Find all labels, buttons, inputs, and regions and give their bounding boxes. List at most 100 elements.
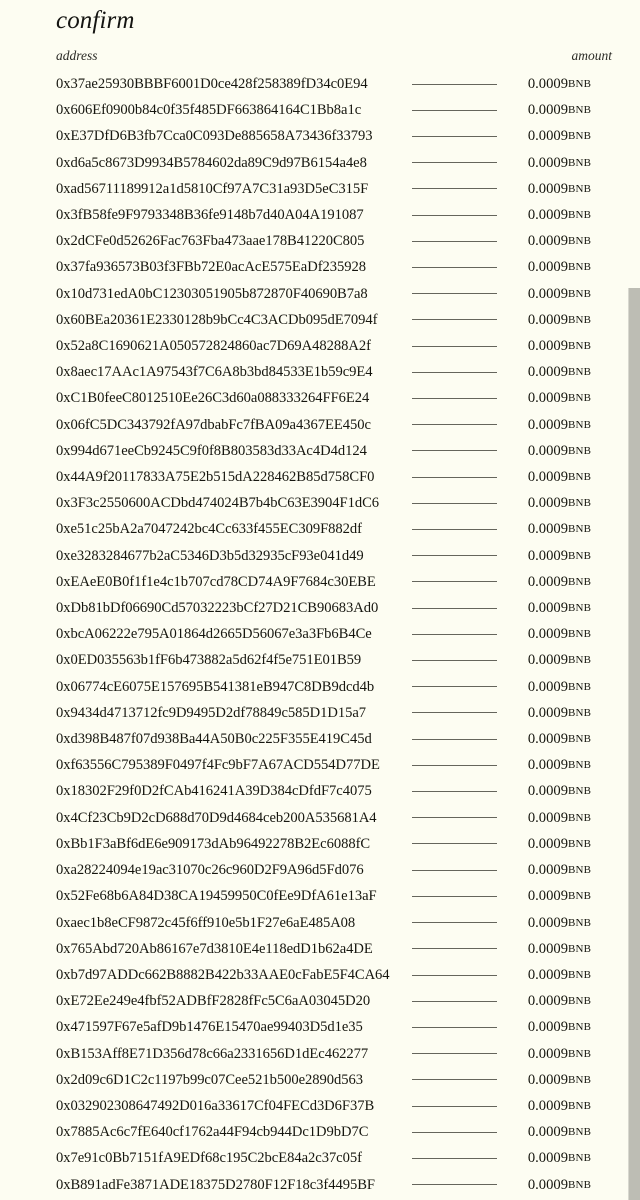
amount-unit: BNB [568, 968, 592, 981]
transfer-amount: 0.0009 [527, 390, 568, 407]
leader-rule [412, 555, 497, 557]
recipient-address: 0xE37DfD6B3fb7Cca0C093De885658A73436f337… [56, 128, 373, 145]
amount-unit: BNB [568, 837, 592, 850]
amount-unit: BNB [568, 1021, 592, 1034]
amount-unit: BNB [568, 523, 592, 536]
leader-line [408, 1119, 504, 1145]
table-row: 0x37fa936573B03f3FBb72E0acAcE575EaDf2359… [56, 254, 612, 280]
transfer-amount: 0.0009 [527, 652, 568, 669]
amount-unit: BNB [568, 1073, 592, 1086]
table-row: 0xe51c25bA2a7047242bc4Cc633f455EC309F882… [56, 516, 612, 542]
leader-line [408, 543, 504, 569]
leader-line [408, 307, 504, 333]
amount-unit: BNB [568, 575, 592, 588]
amount-unit: BNB [568, 1126, 592, 1139]
leader-rule [412, 948, 497, 950]
transfer-amount: 0.0009 [527, 626, 568, 643]
amount-unit: BNB [568, 811, 592, 824]
table-row: 0xf63556C795389F0497f4Fc9bF7A67ACD554D77… [56, 752, 612, 778]
table-row: 0xEAeE0B0f1f1e4c1b707cd78CD74A9F7684c30E… [56, 569, 612, 595]
table-row: 0x52Fe68b6A84D38CA19459950C0fEe9DfA61e13… [56, 883, 612, 909]
recipient-address: 0x18302F29f0D2fCAb416241A39D384cDfdF7c40… [56, 783, 372, 800]
recipient-address: 0xa28224094e19ac31070c26c960D2F9A96d5Fd0… [56, 862, 364, 879]
recipient-address: 0xb7d97ADDc662B8882B422b33AAE0cFabE5F4CA… [56, 966, 390, 983]
recipient-address: 0x06fC5DC343792fA97dbabFc7fBA09a4367EE45… [56, 416, 371, 433]
amount-unit: BNB [568, 392, 592, 405]
leader-line [408, 910, 504, 936]
transfer-amount: 0.0009 [527, 469, 568, 486]
amount-unit: BNB [568, 1099, 592, 1112]
leader-line [408, 726, 504, 752]
scrollbar-thumb[interactable] [628, 288, 640, 1200]
leader-line [408, 962, 504, 988]
leader-rule [412, 817, 497, 819]
transfer-amount: 0.0009 [527, 757, 568, 774]
leader-rule [412, 345, 497, 347]
column-header-address: address [56, 48, 98, 63]
leader-line [408, 385, 504, 411]
table-header-row: address amount [56, 47, 612, 71]
table-row: 0xE37DfD6B3fb7Cca0C093De885658A73436f337… [56, 123, 612, 149]
recipient-address: 0xbcA06222e795A01864d2665D56067e3a3Fb6B4… [56, 626, 372, 643]
table-row: 0xd398B487f07d938Ba44A50B0c225F355E419C4… [56, 726, 612, 752]
amount-unit: BNB [568, 418, 592, 431]
amount-unit: BNB [568, 182, 592, 195]
recipient-address: 0x3fB58fe9F9793348B36fe9148b7d40A04A1910… [56, 207, 364, 224]
amount-unit: BNB [568, 1152, 592, 1165]
amount-unit: BNB [568, 654, 592, 667]
recipient-address: 0x8aec17AAc1A97543f7C6A8b3bd84533E1b59c9… [56, 364, 373, 381]
leader-rule [412, 791, 497, 793]
leader-line [408, 1172, 504, 1198]
transfer-amount: 0.0009 [527, 154, 568, 171]
leader-rule [412, 267, 497, 269]
leader-rule [412, 188, 497, 190]
leader-line [408, 438, 504, 464]
transfer-amount: 0.0009 [527, 704, 568, 721]
transfer-amount: 0.0009 [527, 442, 568, 459]
vertical-scrollbar[interactable] [628, 0, 640, 1200]
leader-line [408, 569, 504, 595]
transfer-amount: 0.0009 [527, 678, 568, 695]
recipient-address: 0x7885Ac6c7fE640cf1762a44F94cb944Dc1D9bD… [56, 1124, 369, 1141]
transfer-amount: 0.0009 [527, 1045, 568, 1062]
table-row: 0xB891adFe3871ADE18375D2780F12F18c3f4495… [56, 1172, 612, 1198]
table-row: 0x9434d4713712fc9D9495D2df78849c585D1D15… [56, 700, 612, 726]
transfer-amount: 0.0009 [527, 76, 568, 92]
leader-line [408, 516, 504, 542]
leader-line [408, 333, 504, 359]
recipient-address: 0x2dCFe0d52626Fac763Fba473aae178B41220C8… [56, 233, 365, 250]
transfer-amount: 0.0009 [527, 364, 568, 381]
amount-unit: BNB [568, 890, 592, 903]
table-row: 0xBb1F3aBf6dE6e909173dAb96492278B2Ec6088… [56, 831, 612, 857]
amount-unit: BNB [568, 444, 592, 457]
leader-line [408, 752, 504, 778]
leader-line [408, 805, 504, 831]
table-row: 0xaec1b8eCF9872c45f6ff910e5b1F27e6aE485A… [56, 910, 612, 936]
leader-rule [412, 136, 497, 137]
confirm-page: confirm address amount 0x37ae25930BBBF60… [0, 0, 640, 1200]
table-row: 0xC1B0feeC8012510Ee26C3d60a088333264FF6E… [56, 385, 612, 411]
leader-rule [412, 240, 497, 242]
leader-line [408, 1067, 504, 1093]
table-row: 0xd6a5c8673D9934B5784602da89C9d97B6154a4… [56, 150, 612, 176]
amount-unit: BNB [568, 130, 592, 143]
transfer-amount: 0.0009 [527, 521, 568, 538]
transfer-amount: 0.0009 [527, 809, 568, 826]
leader-rule [412, 1000, 497, 1002]
transfer-amount: 0.0009 [527, 1176, 568, 1193]
transfer-amount: 0.0009 [527, 128, 568, 145]
recipient-address: 0x765Abd720Ab86167e7d3810E4e118edD1b62a4… [56, 940, 373, 957]
transfer-amount: 0.0009 [527, 731, 568, 748]
column-header-amount: amount [571, 48, 613, 63]
recipient-address: 0x06774cE6075E157695B541381eB947C8DB9dcd… [56, 678, 375, 695]
leader-rule [412, 398, 497, 400]
transfer-amount: 0.0009 [527, 966, 568, 983]
transfer-amount: 0.0009 [527, 1150, 568, 1167]
recipient-address: 0x994d671eeCb9245C9f0f8B803583d33Ac4D4d1… [56, 442, 367, 459]
recipient-address: 0x60BEa20361E2330128b9bCc4C3ACDb095dE709… [56, 311, 378, 328]
recipient-address: 0xDb81bDf06690Cd57032223bCf27D21CB90683A… [56, 600, 379, 617]
amount-unit: BNB [568, 864, 592, 877]
transfer-amount: 0.0009 [527, 259, 568, 276]
table-row: 0x06fC5DC343792fA97dbabFc7fBA09a4367EE45… [56, 412, 612, 438]
leader-rule [412, 109, 497, 111]
